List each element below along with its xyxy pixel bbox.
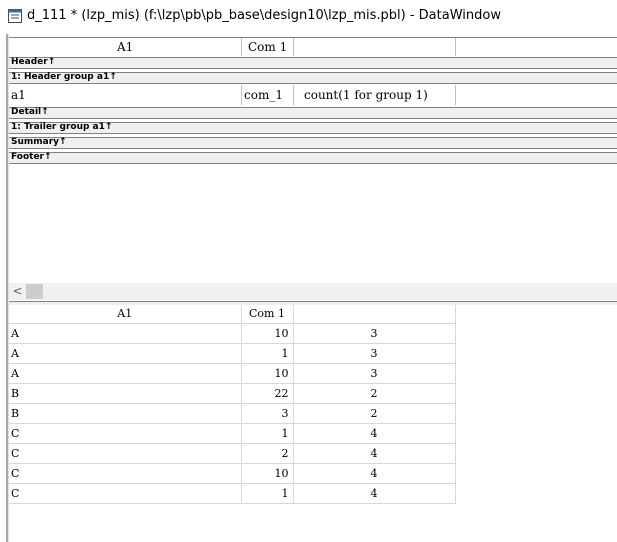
table-row[interactable]: C 10 4 <box>9 463 456 484</box>
header-a1-text: A1 <box>117 40 134 54</box>
cell-a1: A <box>9 343 242 364</box>
horizontal-scrollbar[interactable]: < <box>9 283 617 300</box>
column-header-com1[interactable]: Com 1 <box>241 305 294 324</box>
cell-count: 4 <box>293 463 456 484</box>
preview-header-row: A1 Com 1 <box>9 305 456 324</box>
band-header-group-label: 1: Header group a1↑ <box>11 72 117 82</box>
cell-a1: A <box>9 323 242 344</box>
cell-com1: 10 <box>241 363 294 384</box>
detail-com1-box[interactable]: com_1 <box>242 85 294 105</box>
cell-a1: C <box>9 483 242 504</box>
cell-count: 3 <box>293 323 456 344</box>
cell-a1: A <box>9 363 242 384</box>
column-header-count[interactable] <box>293 305 456 324</box>
header-empty-box[interactable] <box>294 38 456 56</box>
datawindow-icon <box>8 9 22 23</box>
scroll-thumb[interactable] <box>26 284 43 299</box>
detail-a1-field: a1 <box>11 88 26 102</box>
cell-com1: 1 <box>241 423 294 444</box>
detail-a1-box[interactable]: a1 <box>9 85 242 105</box>
table-row[interactable]: A 10 3 <box>9 323 456 344</box>
header-com1-box[interactable]: Com 1 <box>242 38 294 56</box>
cell-count: 4 <box>293 423 456 444</box>
band-header-label: Header↑ <box>11 57 56 67</box>
band-header-group[interactable]: 1: Header group a1↑ <box>9 72 617 84</box>
cell-a1: B <box>9 403 242 424</box>
table-row[interactable]: C 1 4 <box>9 423 456 444</box>
cell-count: 2 <box>293 383 456 404</box>
table-row[interactable]: A 1 3 <box>9 343 456 364</box>
cell-com1: 2 <box>241 443 294 464</box>
cell-a1: C <box>9 463 242 484</box>
window-title: d_111 * (lzp_mis) (f:\lzp\pb\pb_base\des… <box>27 8 501 23</box>
scroll-left-icon[interactable]: < <box>9 283 26 300</box>
cell-com1: 1 <box>241 483 294 504</box>
cell-a1: C <box>9 423 242 444</box>
cell-com1: 10 <box>241 463 294 484</box>
cell-com1: 3 <box>241 403 294 424</box>
band-trailer-group[interactable]: 1: Trailer group a1↑ <box>9 122 617 134</box>
detail-com1-field: com_1 <box>244 88 283 102</box>
cell-count: 2 <box>293 403 456 424</box>
header-com1-text: Com 1 <box>248 40 288 54</box>
detail-count-field: count(1 for group 1) <box>304 88 428 102</box>
title-bar[interactable]: d_111 * (lzp_mis) (f:\lzp\pb\pb_base\des… <box>0 0 617 34</box>
cell-count: 4 <box>293 443 456 464</box>
cell-a1: C <box>9 443 242 464</box>
band-detail[interactable]: Detail↑ <box>9 107 617 119</box>
header-a1-box[interactable]: A1 <box>9 38 242 56</box>
cell-count: 3 <box>293 363 456 384</box>
band-detail-label: Detail↑ <box>11 107 49 117</box>
table-row[interactable]: B 22 2 <box>9 383 456 404</box>
design-pane[interactable]: A1 Com 1 Header↑ 1: Header group a1↑ a1 … <box>9 34 617 302</box>
band-header[interactable]: Header↑ <box>9 57 617 69</box>
preview-grid: A1 Com 1 A 10 3 A 1 3 A 10 3 B 22 2 B 3 … <box>9 305 456 504</box>
table-row[interactable]: A 10 3 <box>9 363 456 384</box>
cell-com1: 22 <box>241 383 294 404</box>
band-summary[interactable]: Summary↑ <box>9 137 617 149</box>
cell-count: 3 <box>293 343 456 364</box>
band-footer[interactable]: Footer↑ <box>9 152 617 164</box>
preview-pane[interactable]: A1 Com 1 A 10 3 A 1 3 A 10 3 B 22 2 B 3 … <box>9 305 617 542</box>
band-footer-label: Footer↑ <box>11 152 52 162</box>
cell-count: 4 <box>293 483 456 504</box>
cell-a1: B <box>9 383 242 404</box>
cell-com1: 1 <box>241 343 294 364</box>
column-header-a1[interactable]: A1 <box>9 305 242 324</box>
band-summary-label: Summary↑ <box>11 137 67 147</box>
table-row[interactable]: B 3 2 <box>9 403 456 424</box>
cell-com1: 10 <box>241 323 294 344</box>
table-row[interactable]: C 1 4 <box>9 483 456 504</box>
band-trailer-group-label: 1: Trailer group a1↑ <box>11 122 113 132</box>
table-row[interactable]: C 2 4 <box>9 443 456 464</box>
detail-count-box[interactable]: count(1 for group 1) <box>294 85 456 105</box>
